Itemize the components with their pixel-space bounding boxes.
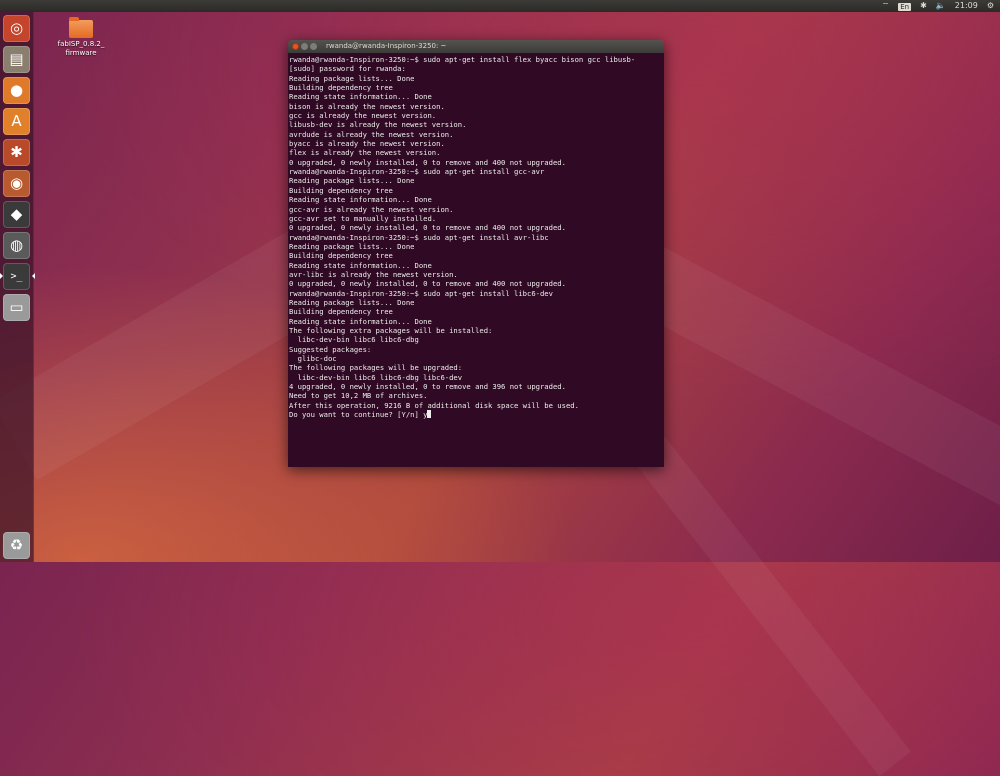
terminal-line: 0 upgraded, 0 newly installed, 0 to remo… xyxy=(289,279,566,289)
terminal-title: rwanda@rwanda-Inspiron-3250: ~ xyxy=(326,42,447,50)
terminal-line: 4 upgraded, 0 newly installed, 0 to remo… xyxy=(289,382,566,392)
terminal-line: gcc-avr set to manually installed. xyxy=(289,213,437,223)
launcher-glyph: ✱ xyxy=(10,143,23,161)
terminal-line: glibc-doc xyxy=(289,354,337,363)
terminal-prompt-text: Do you want to continue? [Y/n] y xyxy=(289,410,428,420)
text-cursor xyxy=(427,410,432,419)
terminal-line: Reading state information... Done xyxy=(289,316,432,326)
keyboard-layout-icon[interactable]: En xyxy=(898,3,912,11)
trash-icon[interactable]: ♻ xyxy=(3,532,30,559)
terminal-window[interactable]: rwanda@rwanda-Inspiron-3250: ~ rwanda@rw… xyxy=(288,40,664,467)
terminal-line: gcc-avr is already the newest version. xyxy=(289,204,454,214)
firefox-icon[interactable]: ● xyxy=(3,77,30,104)
minimize-icon[interactable] xyxy=(301,43,308,50)
wifi-icon[interactable]: ⌔ xyxy=(882,0,890,12)
terminal-line: Building dependency tree xyxy=(289,83,393,93)
folder-icon xyxy=(69,17,93,38)
terminal-line: [sudo] password for rwanda: xyxy=(289,64,406,74)
terminal-line: gcc is already the newest version. xyxy=(289,111,437,121)
terminal-line: Suggested packages: xyxy=(289,344,372,354)
terminal-line: Building dependency tree xyxy=(289,185,393,195)
files-icon[interactable]: ▤ xyxy=(3,46,30,73)
desktop-folder-label-line1: fabISP_0.8.2_ xyxy=(57,40,105,48)
terminal-line: libc-dev-bin libc6 libc6-dbg xyxy=(289,335,419,345)
terminal-line: avr-libc is already the newest version. xyxy=(289,269,458,279)
launcher-glyph: ◆ xyxy=(10,205,23,223)
top-panel: ⌔ En ✱ 🔈 21:09 ⚙ xyxy=(0,0,1000,12)
volume-icon[interactable]: 🔈 xyxy=(936,0,946,12)
software-center-icon[interactable]: A xyxy=(3,108,30,135)
terminal-line: Reading package lists... Done xyxy=(289,73,415,83)
launcher-glyph: >_ xyxy=(10,271,23,282)
terminal-line: libc-dev-bin libc6 libc6-dbg libc6-dev xyxy=(289,372,463,382)
gear-icon[interactable]: ⚙ xyxy=(987,0,994,12)
indicator-area: ⌔ En ✱ 🔈 21:09 ⚙ xyxy=(882,0,994,12)
maximize-icon[interactable] xyxy=(310,43,317,50)
focused-indicator xyxy=(32,273,35,279)
terminal-icon[interactable]: >_ xyxy=(3,263,30,290)
terminal-line: Need to get 10,2 MB of archives. xyxy=(289,391,428,401)
terminal-line: Reading state information... Done xyxy=(289,92,432,102)
launcher: ◎ ▤ ● A ✱ ◉ ◆ ◍ >_ ▭ ♻ xyxy=(0,12,35,562)
terminal-line: After this operation, 9216 B of addition… xyxy=(289,400,579,410)
terminal-line: rwanda@rwanda-Inspiron-3250:~$ sudo apt-… xyxy=(289,288,553,298)
terminal-line: The following extra packages will be ins… xyxy=(289,325,493,335)
inkscape-icon[interactable]: ◆ xyxy=(3,201,30,228)
camera-icon[interactable]: ◍ xyxy=(3,232,30,259)
launcher-glyph: ◍ xyxy=(9,236,24,254)
terminal-output[interactable]: rwanda@rwanda-Inspiron-3250:~$ sudo apt-… xyxy=(288,53,664,467)
launcher-glyph: A xyxy=(11,112,22,130)
terminal-line: The following packages will be upgraded: xyxy=(289,363,463,373)
terminal-line: avrdude is already the newest version. xyxy=(289,129,454,139)
launcher-glyph: ▭ xyxy=(9,298,24,316)
launcher-glyph: ● xyxy=(9,81,24,99)
bluetooth-icon[interactable]: ✱ xyxy=(920,0,927,12)
drive-icon[interactable]: ▭ xyxy=(3,294,30,321)
terminal-line: bison is already the newest version. xyxy=(289,101,445,111)
blender-icon[interactable]: ◉ xyxy=(3,170,30,197)
terminal-line: rwanda@rwanda-Inspiron-3250:~$ sudo apt-… xyxy=(289,167,545,177)
terminal-line: byacc is already the newest version. xyxy=(289,139,445,149)
launcher-glyph: ◉ xyxy=(9,174,24,192)
close-icon[interactable] xyxy=(292,43,299,50)
terminal-titlebar[interactable]: rwanda@rwanda-Inspiron-3250: ~ xyxy=(288,40,664,53)
launcher-glyph: ◎ xyxy=(9,19,24,37)
terminal-line: flex is already the newest version. xyxy=(289,148,441,158)
running-indicator xyxy=(0,273,3,279)
ubuntu-dash-icon[interactable]: ◎ xyxy=(3,15,30,42)
terminal-line: 0 upgraded, 0 newly installed, 0 to remo… xyxy=(289,223,566,233)
launcher-glyph: ♻ xyxy=(9,536,24,554)
terminal-line: Reading package lists... Done xyxy=(289,241,415,251)
desktop-folder-label-line2: firmware xyxy=(65,49,97,57)
terminal-line: libusb-dev is already the newest version… xyxy=(289,120,467,130)
terminal-line: Building dependency tree xyxy=(289,307,393,317)
terminal-prompt-line: Do you want to continue? [Y/n] y xyxy=(289,410,664,419)
terminal-line: Reading package lists... Done xyxy=(289,297,415,307)
terminal-line: rwanda@rwanda-Inspiron-3250:~$ sudo apt-… xyxy=(289,232,549,242)
terminal-line: Reading state information... Done xyxy=(289,195,432,205)
terminal-line: 0 upgraded, 0 newly installed, 0 to remo… xyxy=(289,157,566,167)
launcher-glyph: ▤ xyxy=(9,50,24,68)
terminal-line: rwanda@rwanda-Inspiron-3250:~$ sudo apt-… xyxy=(289,55,636,64)
terminal-line: Reading package lists... Done xyxy=(289,176,415,186)
terminal-line: Reading state information... Done xyxy=(289,260,432,270)
clock-label[interactable]: 21:09 xyxy=(955,0,978,12)
desktop-folder-item[interactable]: fabISP_0.8.2_ firmware xyxy=(54,17,108,58)
system-settings-icon[interactable]: ✱ xyxy=(3,139,30,166)
terminal-line: Building dependency tree xyxy=(289,251,393,261)
